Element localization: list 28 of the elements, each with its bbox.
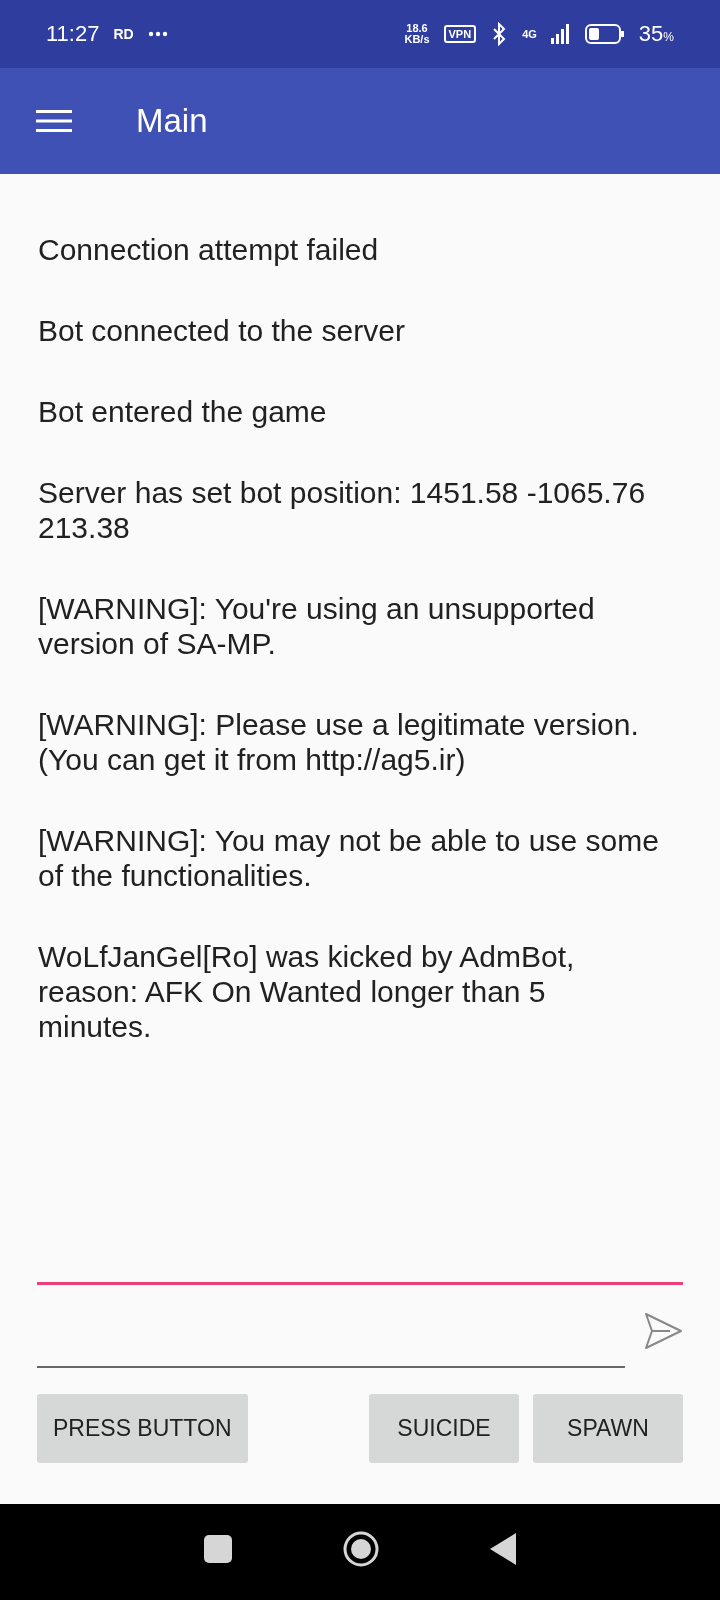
action-button[interactable]: SPAWN [533, 1394, 683, 1463]
vpn-badge: VPN [443, 25, 477, 43]
log-message: Bot connected to the server [38, 313, 406, 348]
action-button[interactable]: PRESS BUTTON [37, 1394, 248, 1463]
back-icon[interactable] [490, 1533, 516, 1565]
speed-unit: KB/s [404, 34, 430, 45]
carrier-label: RD [113, 26, 134, 42]
recents-icon[interactable] [204, 1535, 232, 1563]
home-icon[interactable] [342, 1530, 380, 1568]
battery-percent: 35 [638, 21, 664, 46]
app-bar-title: Main [136, 102, 208, 140]
menu-icon[interactable] [36, 109, 72, 133]
send-icon[interactable] [643, 1312, 683, 1350]
action-button[interactable]: SUICIDE [369, 1394, 519, 1463]
percent-sign: % [663, 30, 674, 44]
log-message: [WARNING]: Please use a legitimate version. (You can get it from http://ag5.ir) [38, 707, 640, 777]
log-message: Server has set bot position: 1451.58 -1065.76 213.38 [38, 475, 647, 545]
more-icon [147, 31, 168, 37]
network-label: 4G [522, 28, 537, 40]
speed-value: 18.6 [406, 23, 428, 34]
battery-icon [584, 24, 625, 44]
signal-icon [550, 24, 571, 44]
log-message: WoLfJanGel[Ro] was kicked by AdmBot, reason: AFK On Wanted longer than 5 minutes. [38, 939, 576, 1044]
clock: 11:27 [46, 21, 100, 47]
log-message: [WARNING]: You're using an unsupported version of SA-MP. [38, 591, 596, 661]
log-message: [WARNING]: You may not be able to use some of the functionalities. [38, 823, 660, 893]
log-message: Connection attempt failed [38, 232, 380, 267]
log-message: Bot entered the game [38, 394, 328, 429]
